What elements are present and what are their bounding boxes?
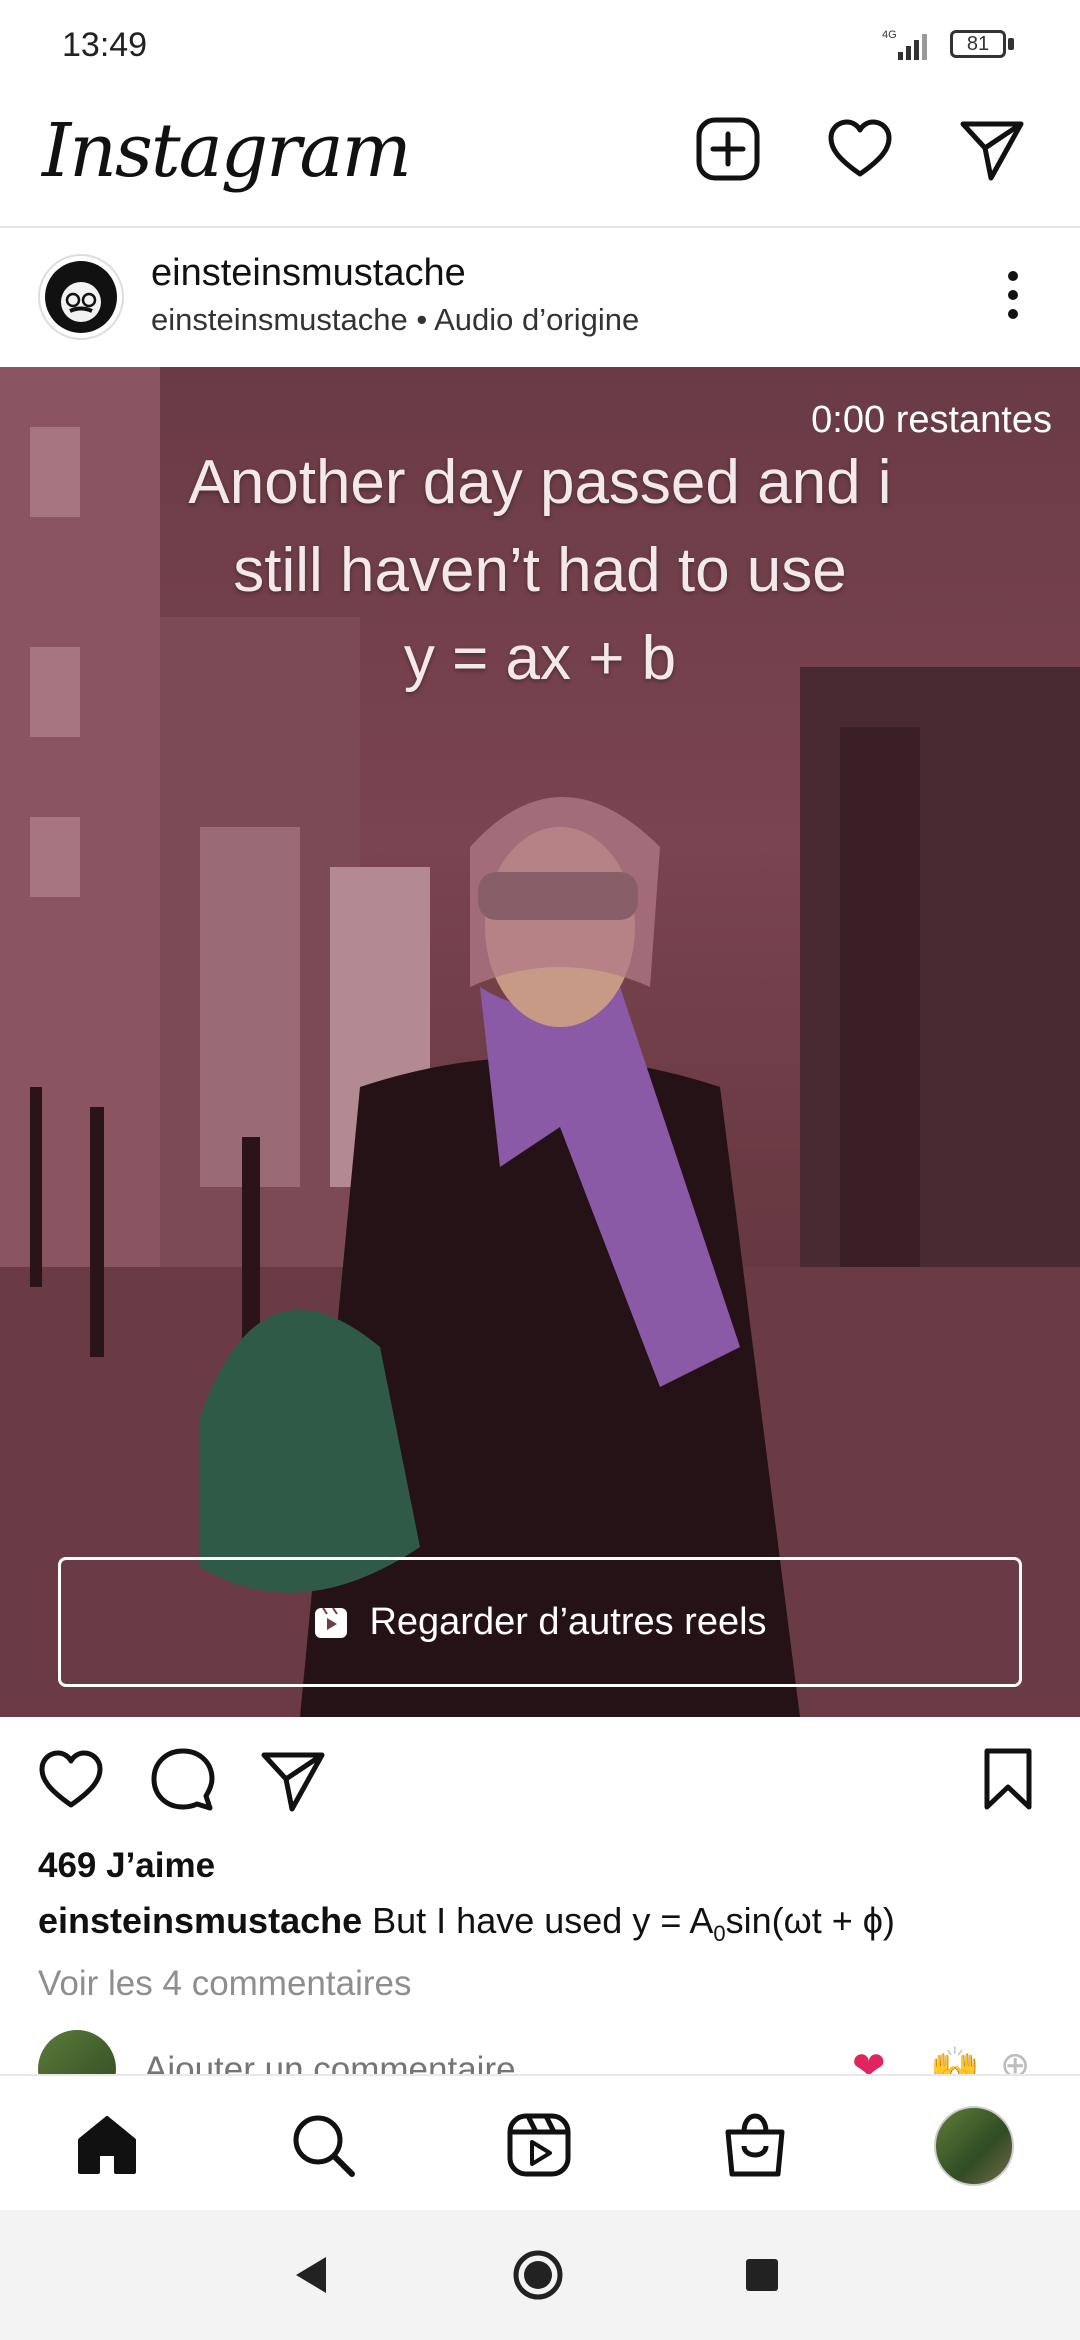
- video-caption-line-2: still haven’t had to use: [233, 536, 847, 605]
- caption-text: But I have used y = A0sin(ωt + ϕ): [372, 1900, 895, 1946]
- save-button[interactable]: [973, 1745, 1043, 1815]
- battery-tip: [1008, 38, 1014, 50]
- watch-more-reels-button[interactable]: Regarder d’autres reels: [58, 1557, 1022, 1687]
- home-circle-icon: [513, 2250, 563, 2300]
- search-icon: [293, 2115, 355, 2177]
- post-author-avatar[interactable]: [38, 254, 124, 340]
- post-username[interactable]: einsteinsmustache: [151, 252, 466, 295]
- activity-button[interactable]: [825, 114, 895, 184]
- heart-icon: [39, 1750, 103, 1808]
- caption-text-suffix: sin(ωt + ϕ): [725, 1900, 895, 1941]
- network-type: 4G: [882, 29, 897, 41]
- comment-bubble-icon: [151, 1748, 215, 1811]
- post-audio-subtitle[interactable]: einsteinsmustache • Audio d’origine: [151, 302, 639, 338]
- nav-profile-avatar[interactable]: [934, 2106, 1014, 2186]
- like-button[interactable]: [36, 1745, 106, 1815]
- signal-icon: 4G: [880, 26, 940, 62]
- heart-icon: [828, 119, 892, 177]
- watch-more-reels-label: Regarder d’autres reels: [369, 1600, 767, 1643]
- post-caption: einsteinsmustache But I have used y = A0…: [38, 1900, 895, 1947]
- shopping-bag-icon: [725, 2113, 785, 2177]
- paper-plane-icon: [960, 121, 1024, 181]
- reels-icon: [315, 1607, 348, 1638]
- battery-icon: 81: [950, 30, 1006, 58]
- more-options-button[interactable]: [990, 264, 1036, 326]
- home-icon: [78, 2116, 136, 2174]
- video-caption-overlay: Another day passed and i still haven’t h…: [0, 439, 1080, 703]
- comment-button[interactable]: [148, 1745, 218, 1815]
- system-recents-button[interactable]: [732, 2245, 792, 2305]
- view-comments-link[interactable]: Voir les 4 commentaires: [38, 1964, 411, 2004]
- video-caption-line-3: y = ax + b: [403, 624, 677, 693]
- nav-shop-button[interactable]: [720, 2110, 790, 2180]
- system-back-button[interactable]: [282, 2245, 342, 2305]
- paper-plane-icon: [261, 1752, 325, 1812]
- app-logo[interactable]: Instagram: [42, 108, 412, 194]
- video-caption-line-1: Another day passed and i: [188, 448, 892, 517]
- back-triangle-icon: [296, 2257, 326, 2293]
- likes-count[interactable]: 469 J’aime: [38, 1846, 215, 1886]
- system-home-button[interactable]: [508, 2245, 568, 2305]
- create-button[interactable]: [693, 114, 763, 184]
- nav-home-button[interactable]: [72, 2110, 142, 2180]
- direct-messages-button[interactable]: [957, 114, 1027, 184]
- caption-text-prefix: But I have used y = A: [372, 1900, 714, 1941]
- more-vertical-icon: [1008, 271, 1018, 319]
- reel-video[interactable]: 0:00 restantes Another day passed and i …: [0, 367, 1080, 1717]
- plus-square-icon: [696, 117, 760, 181]
- remaining-time: 0:00 restantes: [811, 399, 1052, 441]
- header-divider: [0, 226, 1080, 228]
- reels-icon: [507, 2113, 571, 2177]
- status-time: 13:49: [62, 26, 148, 64]
- share-button[interactable]: [258, 1745, 328, 1815]
- caption-subscript: 0: [713, 1921, 726, 1947]
- caption-username[interactable]: einsteinsmustache: [38, 1900, 362, 1941]
- nav-reels-button[interactable]: [504, 2110, 574, 2180]
- bookmark-icon: [984, 1748, 1032, 1810]
- nav-search-button[interactable]: [288, 2110, 358, 2180]
- recents-square-icon: [746, 2259, 778, 2291]
